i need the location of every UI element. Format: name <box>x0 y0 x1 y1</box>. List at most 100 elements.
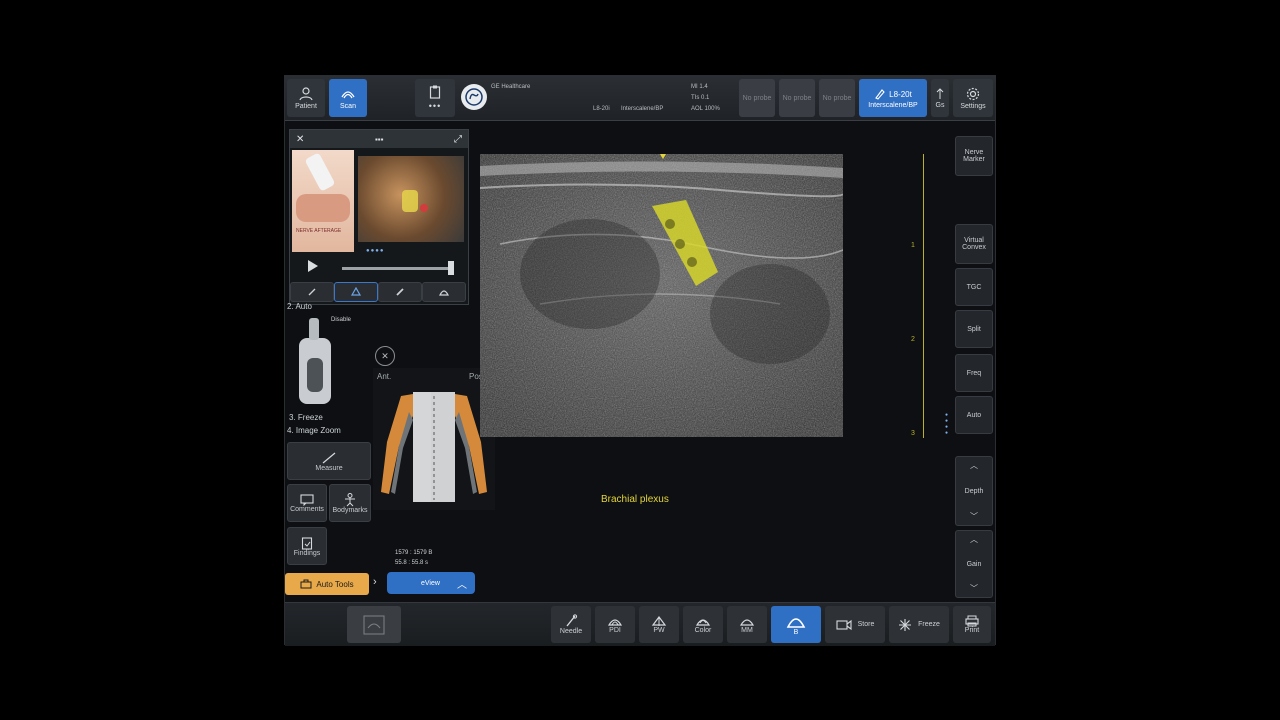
mm-icon <box>739 619 755 626</box>
auto-label: Auto <box>966 411 982 419</box>
probe-slot-3-button[interactable]: No probe <box>819 79 855 117</box>
comments-button[interactable]: Comments <box>287 484 327 522</box>
no-probe-label-2: No probe <box>782 94 812 102</box>
expand-icon[interactable]: ⤢ <box>454 134 462 145</box>
auto-tools-button[interactable]: Auto Tools <box>285 573 369 595</box>
pdi-icon <box>607 619 623 626</box>
b-mode-button[interactable]: B <box>771 606 821 643</box>
nerve-marker-button[interactable]: Nerve Marker <box>955 136 993 176</box>
depth-tick-2: 2 <box>911 336 915 343</box>
active-probe-button[interactable]: L8-20t Interscalene/BP <box>859 79 927 117</box>
depth-control[interactable]: ︿ Depth ﹀ <box>955 456 993 526</box>
close-icon[interactable]: ✕ <box>296 134 304 145</box>
pencil-tool-button[interactable] <box>290 282 334 302</box>
probe-scan-icon <box>341 90 355 98</box>
grid-icon[interactable]: ▪▪▪ <box>375 135 384 144</box>
probe-slot-2-button[interactable]: No probe <box>779 79 815 117</box>
depth-scale: 1 2 3 <box>911 154 931 438</box>
scan-assistant-panel: ✕ ▪▪▪ ⤢ NERVE AFTERAGE ●●●● <box>289 129 469 305</box>
gain-control[interactable]: ︿ Gain ﹀ <box>955 530 993 598</box>
needle-mode-button[interactable]: Needle <box>551 606 591 643</box>
video-progress-slider[interactable] <box>342 267 454 270</box>
play-button[interactable] <box>308 260 318 272</box>
mi-value: MI 1.4 <box>691 84 708 90</box>
chevron-right-icon[interactable]: › <box>373 576 377 588</box>
print-label: Print <box>964 627 980 634</box>
image-caption: NERVE AFTERAGE <box>296 228 342 234</box>
tgc-label: TGC <box>966 283 982 291</box>
mm-mode-button[interactable]: MM <box>727 606 767 643</box>
no-probe-label-1: No probe <box>742 94 772 102</box>
nerve-marker-label: Nerve Marker <box>963 149 985 163</box>
probe-outline-icon <box>350 287 362 296</box>
probe-name: L8-20i <box>593 106 610 112</box>
no-probe-label-3: No probe <box>822 94 852 102</box>
measure-button[interactable]: Measure <box>287 442 371 480</box>
anterior-label: Ant. <box>377 372 392 381</box>
panel-header: ✕ ▪▪▪ ⤢ <box>290 130 468 148</box>
step-auto: 2. Auto <box>287 302 312 311</box>
tgc-button[interactable]: TGC <box>955 268 993 306</box>
comment-icon <box>300 493 314 506</box>
depth-tick-3: 3 <box>911 430 915 437</box>
carousel-dots[interactable]: ●●●● <box>366 248 385 254</box>
pdi-label: PDI <box>609 627 621 634</box>
store-button[interactable]: Store <box>825 606 885 643</box>
measure-label: Measure <box>315 464 343 472</box>
findings-button[interactable]: Findings <box>287 527 327 565</box>
pw-mode-button[interactable]: PW <box>639 606 679 643</box>
top-bar: Patient Scan ••• GE Healthcare L8-20i In… <box>285 76 995 121</box>
step-freeze: 3. Freeze <box>289 413 323 422</box>
active-probe-name: L8-20t <box>889 90 912 99</box>
bodymarks-button[interactable]: Bodymarks <box>329 484 371 522</box>
findings-clipboard-icon <box>301 536 313 550</box>
depth-scale-line <box>923 154 924 438</box>
freeze-button[interactable]: Freeze <box>889 606 949 643</box>
b-label: B <box>793 629 799 636</box>
bottom-bar: Needle PDI PW Color MM B Store Freeze Pr… <box>285 602 995 646</box>
patient-label: Patient <box>295 102 317 110</box>
slider-handle[interactable] <box>448 261 454 275</box>
console-dial <box>307 358 323 392</box>
snowflake-icon <box>899 618 912 631</box>
freeze-label: Freeze <box>918 621 940 628</box>
clipboard-button[interactable]: ••• <box>415 79 455 117</box>
depth-up-icon[interactable]: ︿ <box>970 460 978 471</box>
close-bodymark-icon[interactable]: ✕ <box>375 346 395 366</box>
chevron-up-icon: ︿ <box>457 579 467 591</box>
body-figure-icon <box>345 492 355 506</box>
split-button[interactable]: Split <box>955 310 993 348</box>
depth-down-icon[interactable]: ﹀ <box>970 511 978 522</box>
freq-button[interactable]: Freq <box>955 354 993 392</box>
store-label: Store <box>857 621 875 628</box>
video-camera-icon <box>836 619 852 630</box>
person-icon <box>299 86 313 100</box>
color-mode-button[interactable]: Color <box>683 606 723 643</box>
usb-icon <box>936 87 944 99</box>
probe-thumbnail-button[interactable] <box>347 606 401 643</box>
eview-button[interactable]: eView ︿ <box>387 572 475 594</box>
needle-tool-button[interactable] <box>378 282 422 302</box>
gain-down-icon[interactable]: ﹀ <box>970 583 978 594</box>
disable-label: Disable <box>331 317 352 323</box>
settings-button[interactable]: Settings <box>953 79 993 117</box>
gs-button[interactable]: Gs <box>931 79 949 117</box>
pdi-mode-button[interactable]: PDI <box>595 606 635 643</box>
scan-button[interactable]: Scan <box>329 79 367 117</box>
patient-button[interactable]: Patient <box>287 79 325 117</box>
convex-tool-button[interactable] <box>422 282 466 302</box>
auto-button[interactable]: Auto <box>955 396 993 434</box>
console-probe-illustration <box>295 316 333 408</box>
gear-icon <box>966 87 980 100</box>
probe-slot-1-button[interactable]: No probe <box>739 79 775 117</box>
ge-logo <box>461 84 487 110</box>
needle-label: Needle <box>559 628 583 635</box>
gain-up-icon[interactable]: ︿ <box>970 534 978 545</box>
bodymarks-label: Bodymarks <box>332 506 368 514</box>
ge-monogram-icon <box>465 88 483 106</box>
probe-tool-button[interactable] <box>334 282 378 302</box>
pencil-icon <box>308 288 316 296</box>
ultrasound-device-screen: Patient Scan ••• GE Healthcare L8-20i In… <box>284 75 996 646</box>
print-button[interactable]: Print <box>953 606 991 643</box>
virtual-convex-button[interactable]: Virtual Convex <box>955 224 993 264</box>
